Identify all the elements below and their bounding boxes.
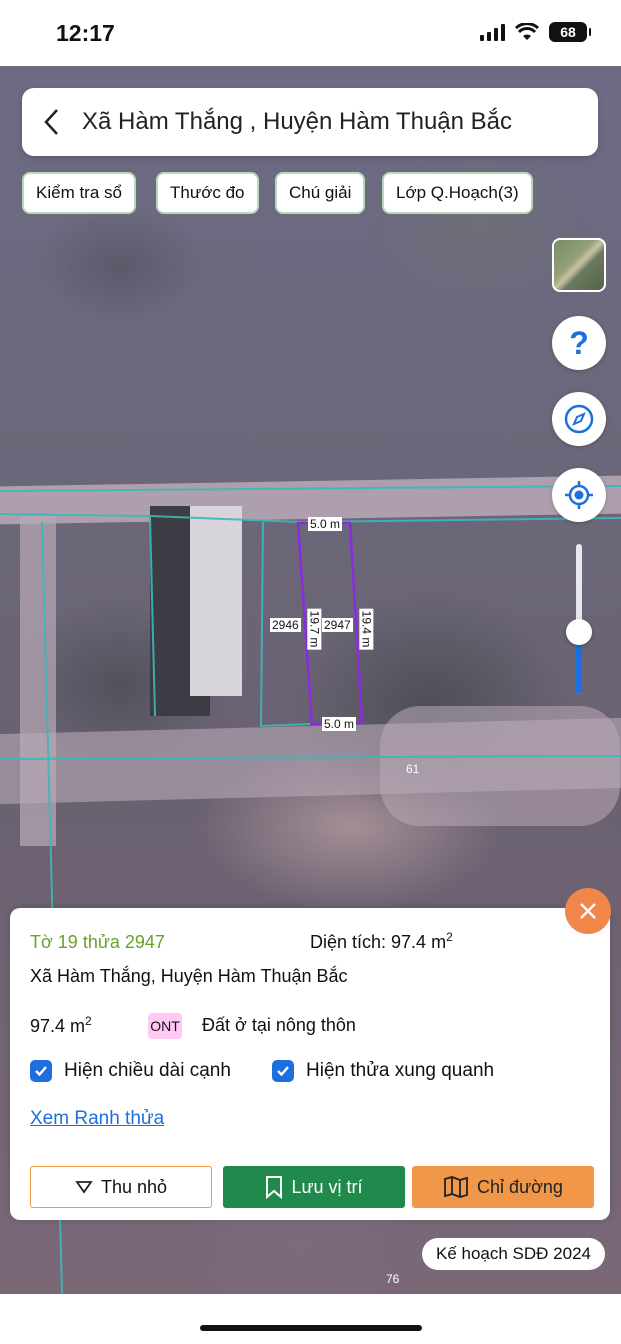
location-title: Xã Hàm Thắng , Huyện Hàm Thuận Bắc <box>82 108 513 135</box>
home-indicator[interactable] <box>200 1325 422 1331</box>
close-icon <box>580 903 596 919</box>
show-edge-length-label: Hiện chiều dài cạnh <box>64 1060 231 1081</box>
status-time: 12:17 <box>56 20 115 46</box>
land-type-text: Đất ở tại nông thôn <box>202 1015 356 1035</box>
sheet-parcel-title: Tờ 19 thửa 2947 <box>30 932 165 952</box>
area-unit-sup: 2 <box>446 930 453 944</box>
compass-icon <box>564 404 594 434</box>
battery-level: 68 <box>560 24 576 40</box>
check-book-label: Kiểm tra sổ <box>36 183 122 202</box>
measure-button[interactable]: Thước đo <box>156 172 259 214</box>
edge-length-left: 19.7 m <box>307 608 322 650</box>
parcel-number[interactable]: 61 <box>406 762 419 776</box>
planning-layer-button[interactable]: Lớp Q.Hoạch(3) <box>382 172 533 214</box>
parcel-number[interactable]: 2946 <box>270 618 301 632</box>
wifi-icon <box>515 23 539 40</box>
save-location-button[interactable]: Lưu vị trí <box>223 1166 405 1208</box>
back-button[interactable] <box>22 88 82 156</box>
planning-layer-label: Lớp Q.Hoạch(3) <box>396 183 519 202</box>
land-use-plan-label: Kế hoạch SDĐ 2024 <box>436 1244 591 1263</box>
checkbox-checked-icon <box>272 1060 294 1082</box>
chevron-left-icon <box>44 109 58 135</box>
question-icon: ? <box>569 324 589 361</box>
map-icon <box>444 1176 468 1198</box>
my-location-button[interactable] <box>552 468 606 522</box>
show-neighbors-label: Hiện thửa xung quanh <box>306 1060 495 1081</box>
collapse-label: Thu nhỏ <box>100 1176 168 1197</box>
help-button[interactable]: ? <box>552 316 606 370</box>
status-bar: 12:17 68 <box>0 0 621 66</box>
land-code-badge: ONT <box>148 1013 182 1039</box>
area-value: 97.4 m2 <box>30 1014 92 1037</box>
parcel-number[interactable]: 76 <box>386 1272 399 1286</box>
directions-label: Chỉ đường <box>477 1176 563 1197</box>
edge-length-right: 19.4 m <box>359 608 374 650</box>
area-text: Diện tích: 97.4 m <box>310 932 447 952</box>
signal-icon <box>480 23 505 41</box>
save-location-label: Lưu vị trí <box>291 1176 363 1197</box>
location-text: Xã Hàm Thắng, Huyện Hàm Thuận Bắc <box>30 966 348 986</box>
legend-label: Chú giải <box>289 183 352 202</box>
locate-icon <box>565 481 593 509</box>
triangle-down-icon <box>75 1181 93 1194</box>
edge-length-top: 5.0 m <box>308 517 343 531</box>
directions-button[interactable]: Chỉ đường <box>412 1166 594 1208</box>
opacity-slider-handle[interactable] <box>566 619 592 645</box>
area-label: Diện tích: 97.4 m2 <box>310 930 453 953</box>
edge-length-bottom: 5.0 m <box>322 717 357 731</box>
view-boundary-link[interactable]: Xem Ranh thửa <box>30 1108 164 1130</box>
compass-button[interactable] <box>552 392 606 446</box>
selected-parcel-number[interactable]: 2947 <box>322 618 353 632</box>
legend-button[interactable]: Chú giải <box>275 172 366 214</box>
basemap-switch-button[interactable] <box>552 238 606 292</box>
area-value-text: 97.4 m <box>30 1016 86 1036</box>
land-use-plan-badge[interactable]: Kế hoạch SDĐ 2024 <box>422 1238 605 1270</box>
battery-icon: 68 <box>549 22 591 42</box>
check-book-button[interactable]: Kiểm tra sổ <box>22 172 136 214</box>
location-header: Xã Hàm Thắng , Huyện Hàm Thuận Bắc <box>22 88 598 156</box>
collapse-button[interactable]: Thu nhỏ <box>30 1166 212 1208</box>
measure-label: Thước đo <box>170 183 245 202</box>
checkbox-checked-icon <box>30 1060 52 1082</box>
area-value-sup: 2 <box>85 1014 92 1028</box>
show-edge-length-checkbox[interactable]: Hiện chiều dài cạnh <box>30 1060 231 1082</box>
parcel-info-panel: Tờ 19 thửa 2947 Diện tích: 97.4 m2 Xã Hà… <box>10 908 610 1220</box>
close-panel-button[interactable] <box>565 888 611 934</box>
show-neighbors-checkbox[interactable]: Hiện thửa xung quanh <box>272 1060 494 1082</box>
bookmark-icon <box>266 1176 283 1199</box>
